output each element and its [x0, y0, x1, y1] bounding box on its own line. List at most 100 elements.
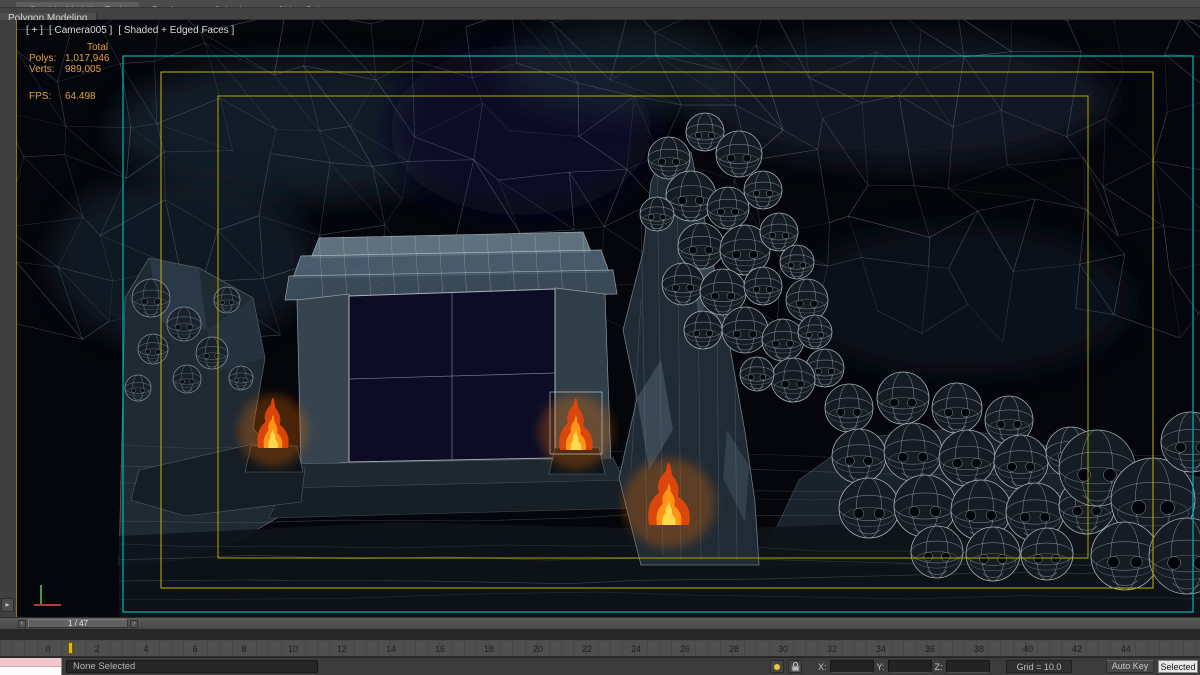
timeline-frame-label: 16 [434, 644, 445, 654]
skull-wireframe [739, 356, 775, 392]
skull-wireframe [1020, 527, 1074, 581]
skull-wireframe [639, 196, 675, 232]
timeline-frame-label: 40 [1022, 644, 1033, 654]
skull-wireframe [910, 525, 964, 579]
time-slider-value: 1 / 47 [67, 619, 88, 628]
coord-x-label: X: [818, 661, 827, 672]
skull-wireframe [876, 371, 930, 425]
timeline-frame-label: 24 [630, 644, 641, 654]
ribbon-tab-bar: Graphite Modeling ToolsFreeformSelection… [0, 0, 1200, 8]
auto-key-button[interactable]: Auto Key [1106, 660, 1154, 673]
coord-z-label: Z: [934, 661, 943, 672]
coord-y-label: Y: [876, 661, 885, 672]
time-slider-row: ‹ 1 / 47 › [0, 617, 1200, 629]
status-bar: None Selected X: Y: Z: Grid = 10.0 Auto … [0, 657, 1200, 675]
viewport-menu-pov[interactable]: [ Camera005 ] [49, 25, 112, 36]
timeline-frame-label: 26 [679, 644, 690, 654]
maxscript-mini-listener[interactable] [0, 658, 62, 675]
viewport-nav-arrow-button[interactable]: ▸ [1, 598, 14, 612]
skull-wireframe [993, 434, 1049, 490]
timeline-frame-label: 6 [192, 644, 198, 654]
skull-wireframe [965, 526, 1021, 582]
timeline-frame-label: 2 [94, 644, 100, 654]
timeline-frame-label: 34 [875, 644, 886, 654]
skull-wireframe [137, 333, 169, 365]
skull-wireframe [797, 314, 833, 350]
transform-type-in: X: Y: Z: [818, 660, 990, 673]
viewport-menu-general[interactable]: [ + ] [26, 25, 43, 36]
viewport-menu-shading[interactable]: [ Shaded + Edged Faces ] [118, 25, 234, 36]
skull-wireframe [931, 382, 983, 434]
mini-listener-script-pane[interactable] [0, 667, 61, 675]
status-toggle-icons [770, 660, 802, 673]
timeline-frame-label: 18 [483, 644, 494, 654]
skull-wireframe [124, 374, 152, 402]
timeline-frame-label: 32 [826, 644, 837, 654]
timeline-frame-label: 14 [385, 644, 396, 654]
camera-viewport[interactable]: [ + ] [ Camera005 ] [ Shaded + Edged Faces… [16, 20, 1200, 617]
viewport-canvas[interactable] [17, 20, 1200, 617]
viewport-left-gutter: ▸ [0, 20, 16, 617]
stats-total-label: Total [87, 42, 109, 53]
timeline-frame-label: 10 [287, 644, 298, 654]
skull-wireframe [761, 318, 805, 362]
timeline-frame-label: 28 [728, 644, 739, 654]
frame-labels-layer: 0 2 4 6 8 10 12 14 16 18 20 22 24 26 28 30 32 34 36 38 40 42 4… [0, 641, 1200, 656]
track-bar[interactable] [0, 629, 1200, 641]
skull-wireframe [166, 306, 202, 342]
skull-wireframe [770, 357, 816, 403]
viewport-label: [ + ] [ Camera005 ] [ Shaded + Edged Faces… [26, 25, 240, 36]
skull-wireframe [938, 429, 996, 487]
skull-wireframe [838, 477, 900, 539]
viewport-statistics: Total Polys: 1,017,946 Verts: 989,005 FPS:… [29, 42, 110, 102]
coord-x-field[interactable] [829, 660, 874, 673]
timeline-frame-label: 8 [241, 644, 247, 654]
timeline-frame-label: 0 [45, 644, 51, 654]
stats-verts-value: 989,005 [65, 64, 102, 75]
selection-status-field[interactable]: None Selected [66, 660, 318, 673]
stats-polys-value: 1,017,946 [65, 53, 110, 64]
skull-wireframe [661, 262, 705, 306]
timeline-frame-label: 22 [581, 644, 592, 654]
timeline-frame-label: 36 [924, 644, 935, 654]
timeline-frame-label: 30 [777, 644, 788, 654]
skull-wireframe [677, 222, 725, 270]
coord-z-field[interactable] [945, 660, 990, 673]
ribbon-panel-row: Polygon Modeling [0, 8, 1200, 25]
mini-listener-macro-pane[interactable] [0, 658, 61, 667]
selection-lock-icon[interactable] [788, 660, 802, 673]
fire-effect [623, 458, 715, 549]
skull-wireframe [883, 422, 943, 482]
3dsmax-window: Graphite Modeling ToolsFreeformSelection… [0, 0, 1200, 675]
stats-verts-label: Verts: [29, 64, 55, 75]
skull-wireframe [824, 383, 874, 433]
skull-wireframe [683, 310, 723, 350]
previous-frame-arrow[interactable]: ‹ [18, 620, 26, 628]
isolate-selection-icon[interactable] [770, 660, 784, 673]
time-slider-handle[interactable]: 1 / 47 [28, 619, 128, 628]
current-frame-marker[interactable] [68, 642, 73, 654]
skull-wireframe [779, 244, 815, 280]
world-axis-gizmo [34, 585, 61, 606]
stats-polys-label: Polys: [29, 53, 57, 64]
skull-wireframe [721, 306, 769, 354]
selection-set-field[interactable]: Selected [1158, 660, 1198, 673]
timeline-ruler[interactable]: 0 2 4 6 8 10 12 14 16 18 20 22 24 26 28 30 32 34 36 38 40 42 4… [0, 641, 1200, 657]
skull-wireframe [195, 336, 229, 370]
skull-wireframe [172, 364, 202, 394]
skull-wireframe [785, 278, 829, 322]
grid-size-display: Grid = 10.0 [1006, 660, 1072, 673]
skull-wireframe [715, 130, 763, 178]
timeline-frame-label: 44 [1120, 644, 1131, 654]
skull-wireframe [831, 428, 887, 484]
skull-wireframe [706, 186, 750, 230]
stats-fps-value: 64.498 [65, 91, 96, 102]
next-frame-arrow[interactable]: › [130, 620, 138, 628]
fire-effect [238, 394, 308, 467]
skull-wireframe [228, 365, 254, 391]
timeline-frame-label: 20 [532, 644, 543, 654]
timeline-frame-label: 12 [336, 644, 347, 654]
coord-y-field[interactable] [887, 660, 932, 673]
skull-wireframe [131, 278, 171, 318]
stats-fps-label: FPS: [29, 91, 52, 102]
